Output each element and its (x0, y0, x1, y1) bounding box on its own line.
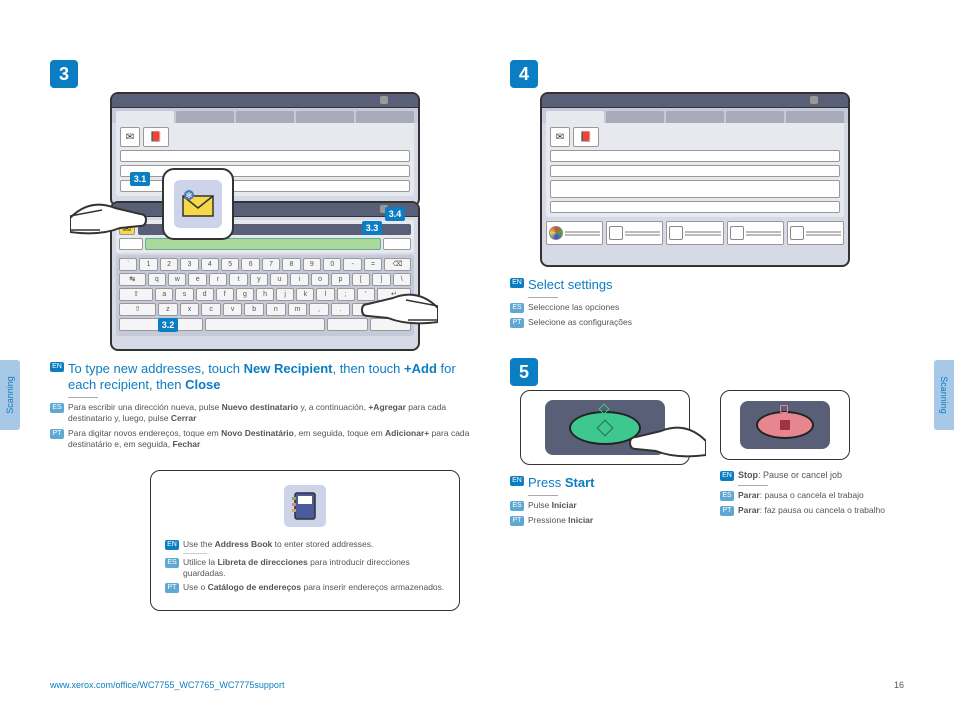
side-tab-label: Scanning (5, 376, 15, 414)
keyboard-key[interactable]: a (155, 288, 173, 301)
lang-badge-es: ES (50, 403, 64, 413)
step-4-badge: 4 (510, 60, 538, 88)
keyboard-key[interactable]: e (188, 273, 206, 286)
keyboard-key[interactable]: j (276, 288, 294, 301)
keyboard-key[interactable]: r (209, 273, 227, 286)
substep-31-badge: 3.1 (130, 172, 150, 186)
keyboard-key[interactable]: d (196, 288, 214, 301)
lang-badge-pt: PT (50, 429, 64, 439)
icon-btn[interactable]: ✉ (550, 127, 570, 147)
keyboard-key[interactable]: 2 (160, 258, 178, 271)
screen-mockup-4: ✉ 📕 (540, 92, 850, 267)
keyboard-key[interactable]: h (256, 288, 274, 301)
keyboard-key[interactable]: n (266, 303, 286, 316)
keyboard-key[interactable]: t (229, 273, 247, 286)
hand-pointer-2 (348, 278, 438, 341)
keyboard-key[interactable]: l (316, 288, 334, 301)
keyboard-key[interactable]: f (216, 288, 234, 301)
new-recipient-icon[interactable]: ✉ (120, 127, 140, 147)
keyboard-key[interactable]: s (175, 288, 193, 301)
keyboard-key[interactable]: c (201, 303, 221, 316)
addressbook-icon[interactable]: 📕 (143, 127, 169, 147)
stop-button-panel (720, 390, 850, 460)
substep-33-badge: 3.3 (362, 221, 382, 235)
keyboard-key[interactable]: p (331, 273, 349, 286)
keyboard-key[interactable]: 5 (221, 258, 239, 271)
hand-pointer-3 (616, 411, 696, 474)
support-url[interactable]: www.xerox.com/office/WC7755_WC7765_WC777… (50, 680, 284, 690)
keyboard-key[interactable]: ⌫ (384, 258, 411, 271)
substep-34-badge: 3.4 (385, 207, 405, 221)
step-5-badge: 5 (510, 358, 538, 386)
keyboard-key[interactable]: 0 (323, 258, 341, 271)
settings-option-row[interactable] (546, 221, 844, 245)
step-3-badge: 3 (50, 60, 78, 88)
step4-instructions: ENSelect settings ESSeleccione las opcio… (510, 277, 910, 328)
keyboard-key[interactable]: w (168, 273, 186, 286)
side-tab-left: Scanning (0, 360, 20, 430)
keyboard-key[interactable]: 6 (241, 258, 259, 271)
keyboard-key[interactable]: m (288, 303, 308, 316)
keyboard-key[interactable]: = (364, 258, 382, 271)
keyboard-key[interactable]: z (158, 303, 178, 316)
keyboard-key[interactable]: 9 (303, 258, 321, 271)
icon-btn[interactable]: 📕 (573, 127, 599, 147)
hand-pointer-1 (70, 188, 160, 251)
keyboard-key[interactable]: u (270, 273, 288, 286)
keyboard-key[interactable]: - (343, 258, 361, 271)
keyboard-key[interactable]: q (148, 273, 166, 286)
address-book-infobox: ENUse the Address Book to enter stored a… (150, 470, 460, 611)
start-button-panel (520, 390, 690, 465)
side-tab-label-r: Scanning (939, 376, 949, 414)
keyboard-key[interactable]: , (309, 303, 329, 316)
substep-32-badge: 3.2 (158, 318, 178, 332)
keyboard-key[interactable]: y (250, 273, 268, 286)
keyboard-key[interactable]: b (244, 303, 264, 316)
keyboard-key[interactable]: 3 (180, 258, 198, 271)
keyboard-key[interactable]: 1 (139, 258, 157, 271)
address-book-icon (284, 485, 326, 527)
page-footer: www.xerox.com/office/WC7755_WC7765_WC777… (50, 680, 904, 690)
keyboard-key[interactable]: 7 (262, 258, 280, 271)
side-tab-right: Scanning (934, 360, 954, 430)
keyboard-key[interactable]: o (311, 273, 329, 286)
keyboard-key[interactable]: g (236, 288, 254, 301)
stop-button[interactable] (756, 411, 814, 439)
keyboard-key[interactable]: k (296, 288, 314, 301)
keyboard-key[interactable]: v (223, 303, 243, 316)
step3-instructions: EN To type new addresses, touch New Reci… (50, 361, 470, 450)
keyboard-key[interactable]: ` (119, 258, 137, 271)
keyboard-key[interactable]: 4 (201, 258, 219, 271)
svg-text:✻: ✻ (186, 191, 193, 200)
page-number: 16 (894, 680, 904, 690)
keyboard-key[interactable]: 8 (282, 258, 300, 271)
lang-badge-en: EN (50, 362, 64, 372)
callout-new-recipient: ✻ (162, 168, 234, 240)
keyboard-key[interactable]: i (290, 273, 308, 286)
keyboard-key[interactable]: x (180, 303, 200, 316)
